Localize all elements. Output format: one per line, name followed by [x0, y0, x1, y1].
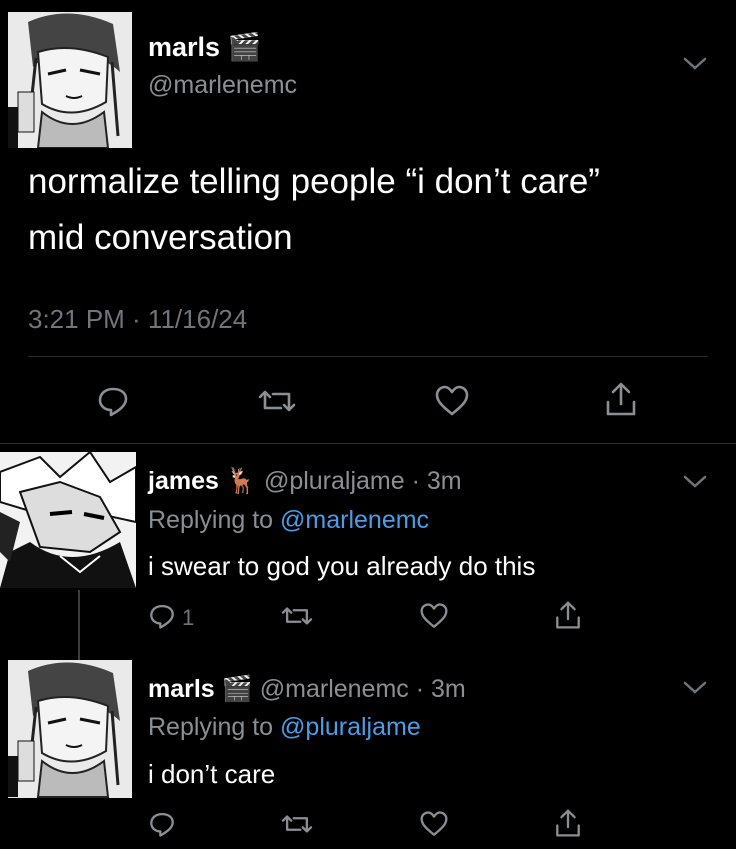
reply1-text: i swear to god you already do this [148, 551, 536, 581]
reply1-author-name[interactable]: james [148, 467, 219, 495]
reply2-header: marls 🎬 @marlenemc · 3m [148, 674, 466, 704]
reply2-reply-icon[interactable] [148, 810, 176, 838]
thread-divider [0, 443, 736, 444]
thread-line [78, 590, 80, 660]
reply1-chevron-down-icon[interactable] [682, 474, 708, 490]
reply2-avatar[interactable] [8, 660, 132, 798]
reply2-replying-to: Replying to @pluraljame [148, 712, 421, 742]
reply1-share-icon[interactable] [554, 599, 582, 631]
reply2-replying-prefix: Replying to [148, 713, 281, 741]
reply1-like-icon[interactable] [419, 602, 449, 630]
main-tweet-timestamp[interactable]: 3:21 PM · 11/16/24 [28, 304, 247, 334]
reply2-share-icon[interactable] [554, 807, 582, 839]
reply1-replying-prefix: Replying to [148, 506, 281, 534]
retweet-icon[interactable] [257, 384, 297, 418]
main-tweet-divider [28, 356, 708, 357]
share-icon[interactable] [604, 380, 638, 418]
author-name-text[interactable]: marls [148, 32, 220, 62]
main-tweet-avatar[interactable] [8, 12, 132, 148]
reply1-replying-handle-link[interactable]: @marlenemc [280, 506, 429, 534]
reply2-retweet-icon[interactable] [280, 810, 314, 838]
reply1-retweet-icon[interactable] [280, 602, 314, 630]
reply1-reply-icon[interactable] [148, 602, 176, 630]
clapperboard-emoji: 🎬 [227, 32, 262, 62]
reply2-like-icon[interactable] [419, 810, 449, 838]
reply2-text: i don’t care [148, 759, 276, 789]
reply1-handle-time[interactable]: @pluraljame · 3m [264, 467, 462, 495]
reply2-handle-time[interactable]: @marlenemc · 3m [260, 675, 466, 703]
deer-emoji: 🦌 [225, 467, 257, 495]
reply1-reply-count: 1 [182, 605, 195, 630]
like-icon[interactable] [434, 384, 470, 418]
clapperboard-emoji: 🎬 [221, 675, 253, 703]
reply1-header: james 🦌 @pluraljame · 3m [148, 466, 462, 496]
reply2-author-name[interactable]: marls [148, 675, 215, 703]
chevron-down-icon[interactable] [682, 56, 708, 72]
main-tweet-text: normalize telling people “i don’t care” … [28, 154, 728, 266]
reply1-replying-to: Replying to @marlenemc [148, 505, 429, 535]
reply2-chevron-down-icon[interactable] [682, 680, 708, 696]
main-tweet-text-line1: normalize telling people “i don’t care” [28, 162, 600, 201]
main-tweet-author-name[interactable]: marls 🎬 [148, 31, 261, 63]
reply1-avatar[interactable] [0, 452, 136, 588]
main-tweet-handle[interactable]: @marlenemc [148, 70, 297, 100]
main-tweet-text-line2: mid conversation [28, 218, 293, 257]
reply-icon[interactable] [96, 384, 130, 418]
reply2-replying-handle-link[interactable]: @pluraljame [280, 713, 421, 741]
